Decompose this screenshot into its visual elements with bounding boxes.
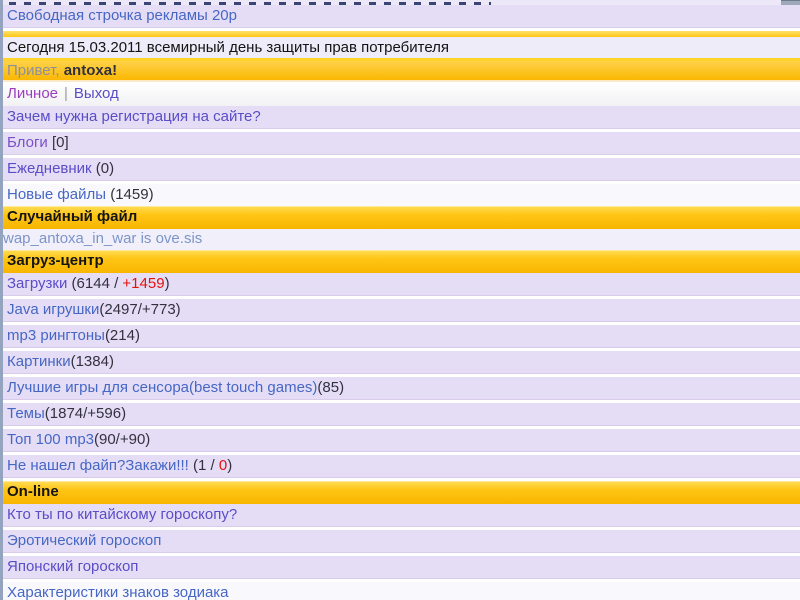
diary-count: (0) xyxy=(92,160,115,177)
order-file-count-close: ) xyxy=(227,457,232,474)
java-games-link[interactable]: Java игрушки xyxy=(7,301,99,318)
chinese-horoscope-link[interactable]: Кто ты по китайскому гороскопу? xyxy=(7,506,237,523)
row-new-files[interactable]: Новые файлы (1459) xyxy=(3,184,800,206)
order-file-new-count: 0 xyxy=(219,457,227,474)
row-pictures[interactable]: Картинки(1384) xyxy=(3,351,800,377)
row-mp3-ringtones[interactable]: mp3 рингтоны(214) xyxy=(3,325,800,351)
touch-games-link[interactable]: Лучшие игры для сенсора(best touch games… xyxy=(7,379,317,396)
downloads-count: (6144 / xyxy=(67,275,122,292)
row-random-file[interactable]: wap_antoxa_in_war is ove.sis xyxy=(3,229,800,250)
today-banner-text: Сегодня 15.03.2011 всемирный день защиты… xyxy=(7,39,449,56)
row-downloads[interactable]: Загрузки (6144 / +1459) xyxy=(3,273,800,299)
diary-link[interactable]: Ежедневник xyxy=(7,160,92,177)
order-file-link[interactable]: Не нашел файп?Закажи!!! xyxy=(7,457,189,474)
section-random-file-text: Случайный файл xyxy=(7,208,137,225)
free-ad-link[interactable]: Свободная строчка рекламы 20р xyxy=(7,7,237,24)
touch-games-count: (85) xyxy=(317,379,344,396)
section-download-center: Загруз-центр xyxy=(3,250,800,273)
themes-link[interactable]: Темы xyxy=(7,405,45,422)
blogs-link[interactable]: Блоги xyxy=(7,134,48,151)
section-download-center-text: Загруз-центр xyxy=(7,252,104,269)
row-japanese-horoscope[interactable]: Японский гороскоп xyxy=(3,556,800,582)
nav-separator: | xyxy=(64,85,68,102)
downloads-count-close: ) xyxy=(165,275,170,292)
nav-link-logout[interactable]: Выход xyxy=(74,85,119,102)
row-blogs[interactable]: Блоги [0] xyxy=(3,132,800,158)
row-touch-games[interactable]: Лучшие игры для сенсора(best touch games… xyxy=(3,377,800,403)
section-random-file: Случайный файл xyxy=(3,206,800,229)
themes-count: (1874/+596) xyxy=(45,405,126,422)
downloads-new-count: +1459 xyxy=(122,275,164,292)
new-files-link[interactable]: Новые файлы xyxy=(7,186,106,203)
order-file-count: (1 / xyxy=(189,457,219,474)
blogs-count: [0] xyxy=(48,134,69,151)
erotic-horoscope-link[interactable]: Эротический гороскоп xyxy=(7,532,161,549)
row-diary[interactable]: Ежедневник (0) xyxy=(3,158,800,184)
row-order-file[interactable]: Не нашел файп?Закажи!!! (1 / 0) xyxy=(3,455,800,481)
nav-link-personal[interactable]: Личное xyxy=(7,85,58,102)
row-erotic-horoscope[interactable]: Эротический гороскоп xyxy=(3,530,800,556)
greeting-prefix: Привет, xyxy=(7,62,64,79)
section-online-text: On-line xyxy=(7,483,59,500)
pictures-count: (1384) xyxy=(71,353,114,370)
mp3-ringtones-link[interactable]: mp3 рингтоны xyxy=(7,327,105,344)
row-java-games[interactable]: Java игрушки(2497/+773) xyxy=(3,299,800,325)
row-top100-mp3[interactable]: Топ 100 mp3(90/+90) xyxy=(3,429,800,455)
username: antoxa xyxy=(64,62,112,79)
random-file-link[interactable]: wap_antoxa_in_war is ove.sis xyxy=(3,230,202,247)
rows: Свободная строчка рекламы 20р Сегодня 15.… xyxy=(3,5,800,600)
pictures-link[interactable]: Картинки xyxy=(7,353,71,370)
japanese-horoscope-link[interactable]: Японский гороскоп xyxy=(7,558,138,575)
new-files-count: (1459) xyxy=(106,186,154,203)
java-games-count: (2497/+773) xyxy=(99,301,180,318)
why-register-link[interactable]: Зачем нужна регистрация на сайте? xyxy=(7,108,261,125)
user-nav: Личное | Выход xyxy=(3,82,800,106)
row-free-ad[interactable]: Свободная строчка рекламы 20р xyxy=(3,5,800,31)
greeting-suffix: ! xyxy=(112,62,117,79)
row-why-register[interactable]: Зачем нужна регистрация на сайте? xyxy=(3,106,800,132)
today-banner: Сегодня 15.03.2011 всемирный день защиты… xyxy=(3,31,800,61)
row-themes[interactable]: Темы(1874/+596) xyxy=(3,403,800,429)
top100-mp3-link[interactable]: Топ 100 mp3 xyxy=(7,431,94,448)
wap-portal-page: Свободная строчка рекламы 20р Сегодня 15.… xyxy=(0,0,800,600)
row-chinese-horoscope[interactable]: Кто ты по китайскому гороскопу? xyxy=(3,504,800,530)
zodiac-signs-link[interactable]: Характеристики знаков зодиака xyxy=(7,584,229,600)
greeting-row: Привет, antoxa! xyxy=(3,61,800,82)
section-online: On-line xyxy=(3,481,800,504)
top100-mp3-count: (90/+90) xyxy=(94,431,150,448)
downloads-link[interactable]: Загрузки xyxy=(7,275,67,292)
row-zodiac-signs[interactable]: Характеристики знаков зодиака xyxy=(3,582,800,600)
mp3-ringtones-count: (214) xyxy=(105,327,140,344)
